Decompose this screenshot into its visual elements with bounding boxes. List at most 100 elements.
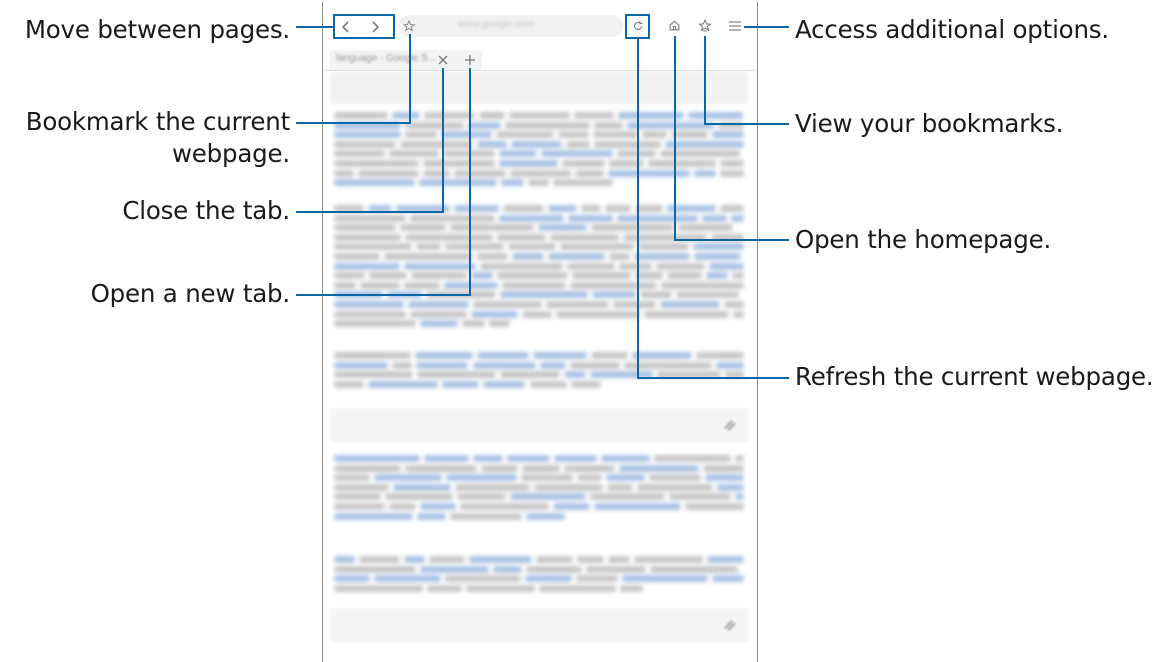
callout-line [637,377,789,379]
blurred-text-line [734,455,744,462]
blurred-text-line [521,310,552,318]
blurred-text-line [526,565,582,573]
blurred-text-line [539,361,567,369]
blurred-text-line [416,361,469,369]
callout-line [704,36,706,125]
blurred-text-line [392,361,413,369]
blurred-text-line [589,493,666,501]
blurred-text-line [694,169,716,177]
blurred-text-line [607,556,630,563]
url-bar[interactable]: www.google.com [398,15,623,37]
blurred-text-line [334,281,357,289]
tab-title: language · Google S... [336,53,437,64]
blurred-text-line [482,380,526,388]
blurred-text-line [572,272,632,280]
blurred-text-line [705,474,744,482]
blurred-text-line [416,371,497,379]
bookmarks-icon[interactable] [698,19,712,32]
blurred-text-line [719,205,744,212]
blurred-text-line [400,140,474,148]
blurred-text-line [446,474,518,482]
blurred-text-line [405,233,494,241]
blurred-text-line [537,224,588,232]
star-icon[interactable] [403,20,415,32]
blurred-text-line [334,214,406,222]
blurred-text-line [570,281,657,289]
blurred-text-line [567,214,613,222]
plus-icon[interactable] [465,55,475,65]
blurred-text-line [460,503,549,510]
blurred-text-line [695,352,744,359]
blurred-text-line [619,584,644,592]
blurred-text-line [633,556,704,563]
blurred-text-line [419,503,457,510]
blurred-text-line [334,512,413,520]
blurred-text-line [665,140,744,148]
callout-line [674,239,789,241]
blurred-text-line [660,301,720,308]
blurred-text-line [666,272,703,280]
menu-icon[interactable] [729,21,741,31]
blurred-text-line [334,455,421,462]
blurred-text-line [723,301,744,308]
blurred-text-line [334,556,356,563]
blurred-text-line [660,150,741,158]
blurred-text-line [334,160,419,167]
blurred-text-line [334,380,365,388]
blurred-text-line [472,361,536,369]
link-icon [724,420,736,431]
label-bookmark-line1: Bookmark the current [25,107,290,136]
blurred-text-line [334,371,413,379]
callout-line [409,34,411,124]
blurred-text-line [403,556,425,563]
blurred-text-line [533,352,588,359]
callout-line [637,39,639,379]
blurred-text-line [500,291,588,299]
blurred-text-line [418,179,497,187]
blurred-text-line [535,556,574,563]
blurred-text-line [712,131,744,139]
blurred-text-line [470,310,518,318]
blurred-text-line [510,140,563,148]
blurred-text-line [553,455,597,462]
blurred-text-line [334,150,385,158]
blurred-text-line [608,253,631,260]
blurred-text-line [564,464,615,472]
blurred-text-line [529,380,568,388]
blurred-text-line [440,131,493,139]
blurred-text-line [420,320,458,328]
blurred-text-line [534,483,604,491]
blurred-text-line [334,575,371,583]
callout-line [704,123,789,125]
blurred-text-line [660,281,744,289]
blurred-text-line [334,253,380,260]
blurred-text-line [607,483,634,491]
blurred-text-line [419,565,490,573]
home-icon[interactable] [668,19,681,32]
callout-line [469,68,471,296]
blurred-text-line [465,584,535,592]
blurred-text-line [712,575,744,583]
blurred-text-line [562,160,605,167]
blurred-text-line [707,556,744,563]
blurred-text-line [334,243,413,251]
blurred-text-line [641,131,668,139]
blurred-text-line [400,224,447,232]
blurred-text-line [605,205,632,212]
blurred-text-line [334,493,382,501]
blurred-text-line [650,565,739,573]
blurred-text-line [552,503,591,510]
close-icon[interactable] [438,55,448,65]
blurred-text-line [635,272,663,280]
blurred-text-line [591,352,628,359]
blurred-text-line [360,281,400,289]
blurred-text-line [334,272,366,280]
blurred-text-line [461,320,486,328]
blurred-text-line [405,131,437,139]
blurred-text-line [498,150,538,158]
blurred-text-line [541,150,614,158]
blurred-text-line [334,262,401,270]
blurred-text-line [600,455,650,462]
blurred-text-line [450,512,523,520]
blurred-text-line [502,281,567,289]
